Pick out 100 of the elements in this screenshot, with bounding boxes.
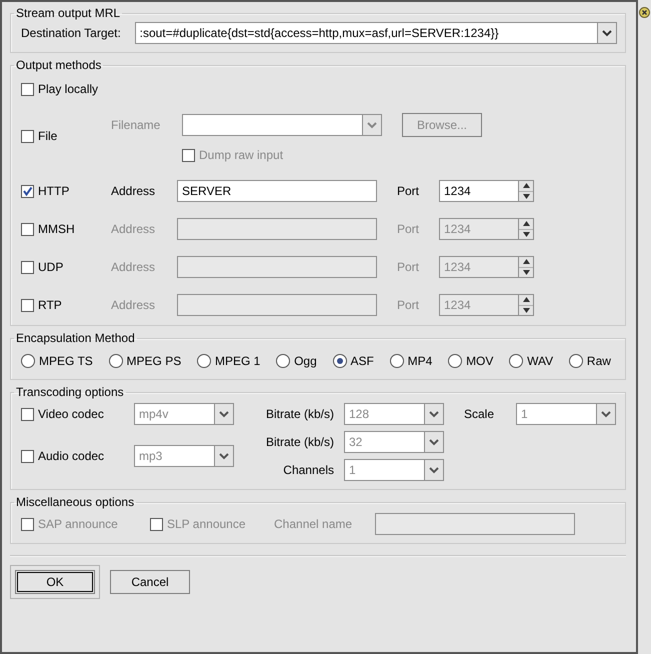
radio-button[interactable] — [390, 354, 404, 368]
checkbox[interactable] — [21, 408, 34, 420]
caret-up-icon — [522, 221, 530, 226]
destination-combo[interactable]: :sout=#duplicate{dst=std{access=http,mux=asf,url=SERVER:1234}} — [134, 22, 617, 44]
checkbox-label: Play locally — [38, 82, 98, 96]
spin-down-button[interactable] — [519, 228, 533, 239]
radio-button[interactable] — [196, 354, 211, 368]
radio-button[interactable] — [21, 354, 35, 368]
caret-up-icon — [522, 259, 530, 264]
bitrate-label: Bitrate (kb/s) — [264, 407, 335, 421]
spin-down-button[interactable] — [519, 304, 533, 315]
caret-up-icon — [522, 297, 530, 302]
port-value: 1234 — [443, 183, 472, 200]
port-label: Port — [397, 260, 420, 274]
radio-label: ASF — [350, 354, 374, 368]
checkbox-label: RTP — [38, 298, 62, 312]
checkbox-label: File — [38, 129, 58, 143]
dialog-button[interactable]: Cancel — [110, 570, 190, 594]
chevron-down-icon — [429, 466, 439, 474]
checkbox[interactable] — [21, 184, 34, 198]
radio-button[interactable] — [276, 354, 290, 368]
radio-label: MOV — [466, 354, 494, 368]
dropdown-button[interactable] — [214, 446, 233, 466]
checkbox-label: SLP announce — [167, 517, 246, 531]
audio-codec-combo[interactable]: mp3 — [134, 445, 234, 467]
chevron-down-icon — [219, 410, 229, 418]
filename-combo[interactable] — [182, 114, 382, 136]
dropdown-button[interactable] — [424, 404, 443, 424]
audio-codec-value: mp3 — [138, 448, 164, 465]
address-field[interactable] — [177, 256, 377, 278]
checkbox[interactable] — [21, 82, 34, 96]
channels-combo[interactable]: 1 — [344, 459, 444, 481]
caret-down-icon — [522, 232, 530, 237]
close-icon[interactable] — [639, 7, 650, 18]
video-bitrate-combo[interactable]: 128 — [344, 403, 444, 425]
radio-label: MPEG 1 — [214, 354, 260, 368]
spin-down-button[interactable] — [519, 190, 533, 201]
audio-bitrate-value: 32 — [348, 434, 364, 451]
checkbox-label: HTTP — [38, 184, 70, 198]
address-field[interactable] — [177, 218, 377, 240]
caret-down-icon — [522, 308, 530, 313]
chevron-down-icon — [219, 452, 229, 460]
radio-label: MPEG PS — [126, 354, 182, 368]
group-title: Output methods — [15, 58, 102, 72]
scale-value: 1 — [520, 406, 529, 423]
checkbox[interactable] — [21, 450, 34, 462]
dropdown-button[interactable] — [596, 404, 615, 424]
radio-label: MPEG TS — [39, 354, 93, 368]
channels-value: 1 — [348, 462, 357, 479]
caret-up-icon — [522, 183, 530, 188]
checkbox-label: MMSH — [38, 222, 75, 236]
port-value: 1234 — [443, 297, 472, 314]
radio-label: Raw — [586, 354, 611, 368]
checkbox-label: SAP announce — [38, 517, 118, 531]
chevron-down-icon — [429, 410, 439, 418]
port-label: Port — [397, 184, 420, 198]
dialog-button[interactable]: OK — [15, 570, 95, 594]
radio-button[interactable] — [448, 354, 462, 368]
port-label: Port — [397, 222, 420, 236]
audio-bitrate-combo[interactable]: 32 — [344, 431, 444, 453]
address-field[interactable]: SERVER — [177, 180, 377, 202]
destination-label: Destination Target: — [21, 26, 122, 40]
video-codec-combo[interactable]: mp4v — [134, 403, 234, 425]
address-label: Address — [111, 260, 156, 274]
video-bitrate-value: 128 — [348, 406, 370, 423]
address-field[interactable] — [177, 294, 377, 316]
dropdown-button[interactable] — [424, 460, 443, 480]
group-title: Transcoding options — [15, 385, 125, 399]
checkbox-label: UDP — [38, 260, 64, 274]
channel-name-field[interactable] — [375, 513, 575, 535]
spin-down-button[interactable] — [519, 266, 533, 277]
channel-name-label: Channel name — [274, 517, 354, 531]
chevron-down-icon — [429, 438, 439, 446]
dropdown-button[interactable] — [214, 404, 233, 424]
radio-button[interactable] — [509, 354, 524, 368]
radio-label: WAV — [527, 354, 554, 368]
dropdown-button[interactable] — [424, 432, 443, 452]
radio-button[interactable] — [108, 354, 123, 368]
scale-combo[interactable]: 1 — [516, 403, 616, 425]
dropdown-button[interactable] — [597, 23, 616, 43]
address-label: Address — [111, 222, 156, 236]
checkbox-label: Video codec — [38, 407, 104, 421]
video-codec-value: mp4v — [138, 406, 170, 423]
port-value: 1234 — [443, 221, 472, 238]
checkbox-label: Dump raw input — [199, 148, 284, 162]
radio-button[interactable] — [568, 354, 583, 368]
chevron-down-icon — [367, 122, 377, 128]
scale-label: Scale — [463, 407, 496, 421]
channels-label: Channels — [282, 463, 335, 477]
group-title: Stream output MRL — [15, 6, 122, 20]
bitrate-label: Bitrate (kb/s) — [264, 435, 335, 449]
address-label: Address — [111, 298, 156, 312]
radio-label: Ogg — [294, 354, 317, 368]
group-title: Miscellaneous options — [15, 495, 136, 509]
port-spinbox[interactable]: 1234 — [439, 180, 534, 202]
address-label: Address — [111, 184, 156, 198]
port-value: 1234 — [443, 259, 472, 276]
group-title: Encapsulation Method — [15, 331, 136, 345]
address-value: SERVER — [182, 184, 232, 198]
radio-button[interactable] — [332, 354, 347, 368]
